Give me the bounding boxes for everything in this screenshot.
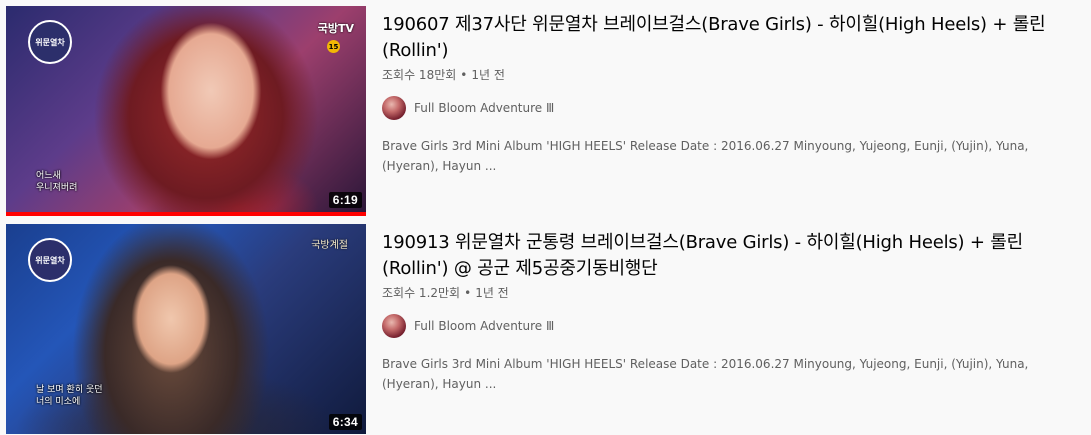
- video-title[interactable]: 190607 제37사단 위문열차 브레이브걸스(Brave Girls) - …: [382, 6, 1072, 64]
- subtitle-caption: 어느새 우니져버려: [36, 170, 77, 194]
- channel-name[interactable]: Full Bloom Adventure Ⅲ: [414, 319, 554, 333]
- subtitle-line: 너의 미소에: [36, 397, 81, 407]
- subtitle-line: 날 보며 환히 웃던: [36, 385, 103, 395]
- program-logo: 위문열차: [28, 238, 72, 282]
- video-title[interactable]: 190913 위문열차 군통령 브레이브걸스(Brave Girls) - 하이…: [382, 224, 1072, 282]
- age-rating-badge: 15: [327, 40, 340, 53]
- view-count: 조회수 18만회: [382, 68, 457, 82]
- program-logo: 위문열차: [28, 20, 72, 64]
- program-watermark: 국방계절: [311, 240, 348, 251]
- upload-age: 1년 전: [475, 286, 509, 300]
- upload-age: 1년 전: [471, 68, 505, 82]
- channel-avatar[interactable]: [382, 96, 406, 120]
- view-count: 조회수 1.2만회: [382, 286, 461, 300]
- video-thumbnail[interactable]: 위문열차 국방TV 15 어느새 우니져버려 6:19: [6, 6, 366, 216]
- video-info: 190913 위문열차 군통령 브레이브걸스(Brave Girls) - 하이…: [382, 224, 1072, 394]
- meta-separator: •: [464, 286, 472, 300]
- watched-progress-bar: [6, 212, 366, 216]
- video-metadata: 조회수 18만회 • 1년 전: [382, 66, 1072, 84]
- duration-badge: 6:19: [328, 192, 362, 208]
- meta-separator: •: [460, 68, 468, 82]
- subtitle-caption: 날 보며 환히 웃던 너의 미소에: [36, 384, 103, 408]
- subtitle-line: 어느새: [36, 171, 61, 181]
- video-description: Brave Girls 3rd Mini Album 'HIGH HEELS' …: [382, 139, 1029, 173]
- video-info: 190607 제37사단 위문열차 브레이브걸스(Brave Girls) - …: [382, 6, 1072, 176]
- channel-link[interactable]: Full Bloom Adventure Ⅲ: [382, 314, 1072, 338]
- video-description: Brave Girls 3rd Mini Album 'HIGH HEELS' …: [382, 357, 1029, 391]
- broadcaster-watermark: 국방TV: [317, 22, 354, 35]
- video-thumbnail[interactable]: 위문열차 국방계절 날 보며 환히 웃던 너의 미소에 6:34: [6, 224, 366, 434]
- subtitle-line: 우니져버려: [36, 183, 78, 193]
- video-metadata: 조회수 1.2만회 • 1년 전: [382, 284, 1072, 302]
- channel-link[interactable]: Full Bloom Adventure Ⅲ: [382, 96, 1072, 120]
- video-result[interactable]: 위문열차 국방TV 15 어느새 우니져버려 6:19 190607 제37사단…: [0, 6, 1091, 216]
- duration-badge: 6:34: [328, 414, 362, 430]
- channel-avatar[interactable]: [382, 314, 406, 338]
- video-result[interactable]: 위문열차 국방계절 날 보며 환히 웃던 너의 미소에 6:34 190913 …: [0, 224, 1091, 434]
- channel-name[interactable]: Full Bloom Adventure Ⅲ: [414, 101, 554, 115]
